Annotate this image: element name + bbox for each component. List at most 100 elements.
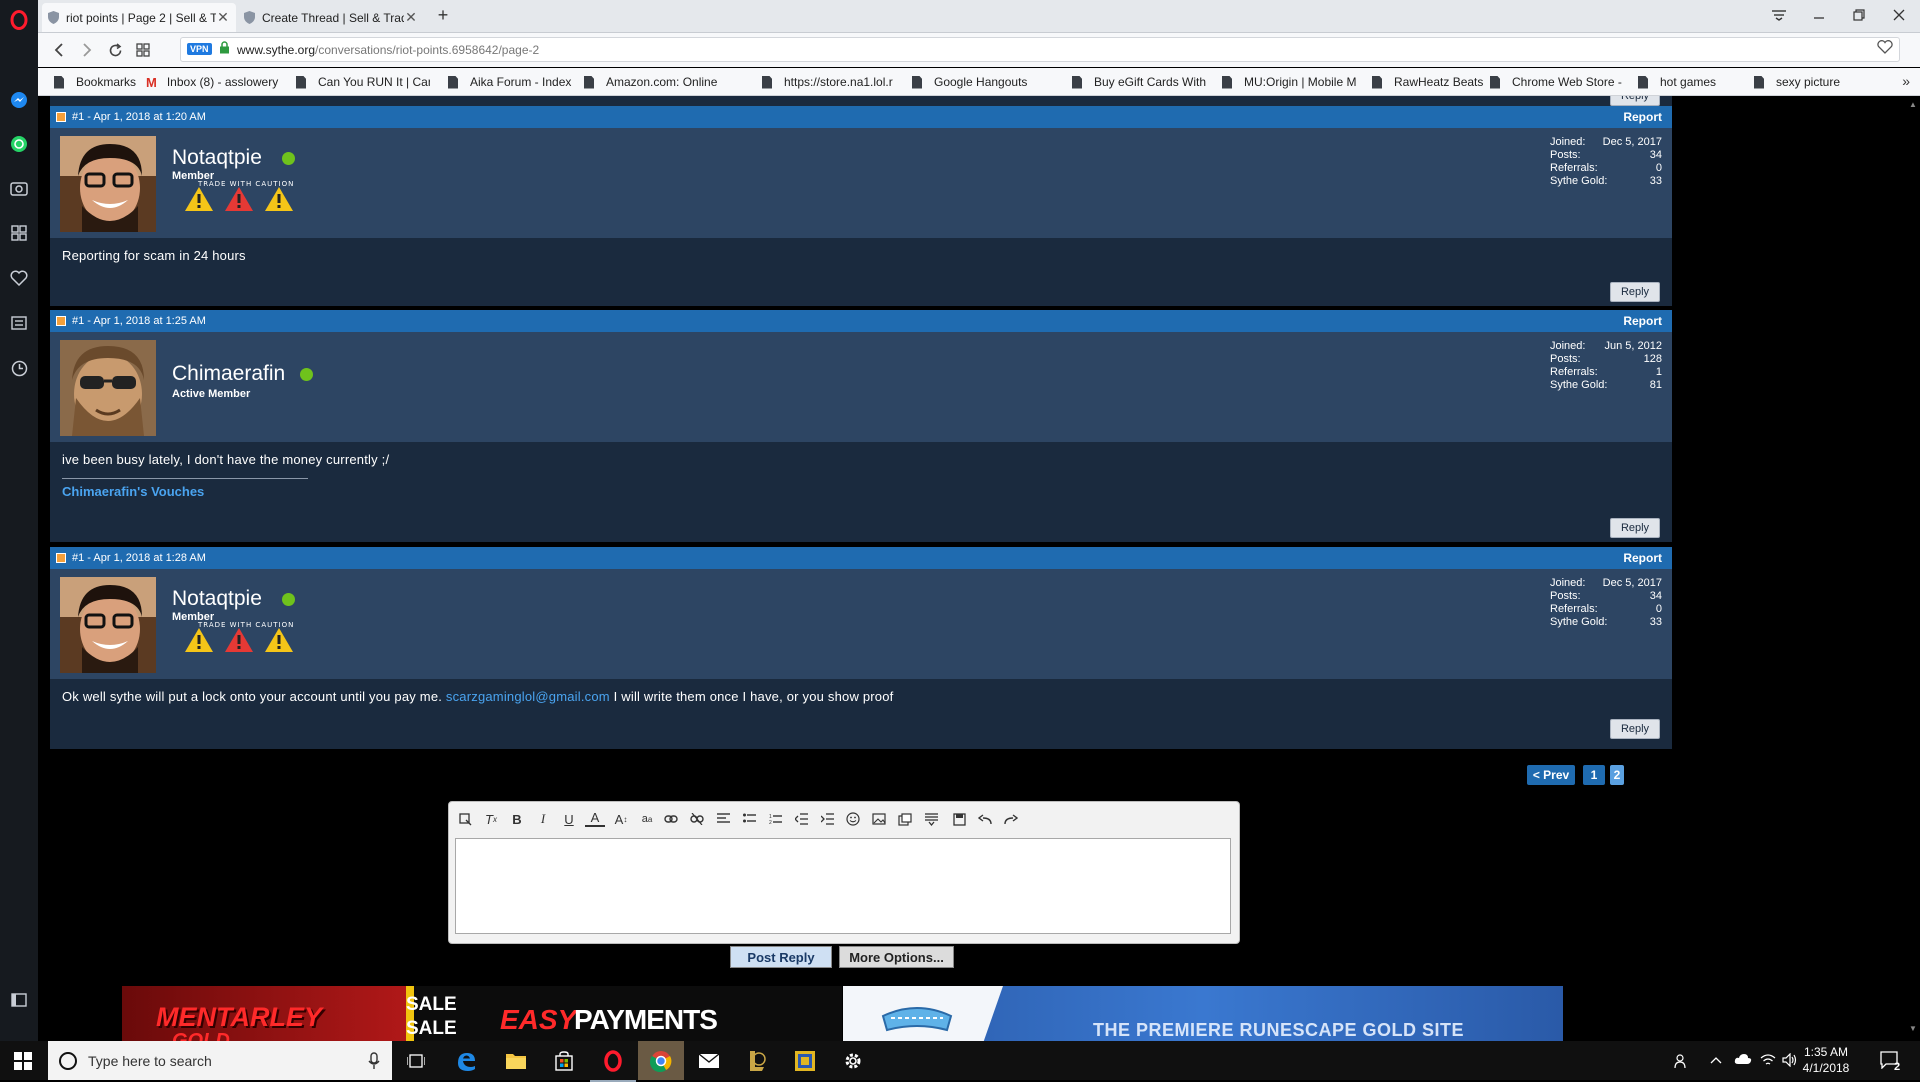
bookmark-item[interactable]: Can You RUN It | Can — [296, 74, 430, 90]
bookmark-heart-icon[interactable] — [1877, 40, 1893, 59]
align-left-icon[interactable] — [713, 810, 733, 828]
microphone-icon[interactable] — [368, 1052, 380, 1070]
insert-more-icon[interactable] — [921, 810, 941, 828]
settings-gear-icon[interactable] — [830, 1041, 876, 1080]
new-tab-plus-icon[interactable]: + — [428, 4, 458, 26]
avatar[interactable] — [60, 577, 156, 673]
pagination-prev-button[interactable]: < Prev — [1527, 765, 1575, 785]
avatar[interactable] — [60, 340, 156, 436]
clear-format-icon[interactable]: Tx — [481, 810, 501, 828]
report-link[interactable]: Report — [1623, 551, 1662, 565]
pagination-page-1[interactable]: 1 — [1583, 765, 1605, 785]
whatsapp-icon[interactable] — [9, 134, 29, 154]
pagination-page-2[interactable]: 2 — [1610, 765, 1624, 785]
post-date[interactable]: #1 - Apr 1, 2018 at 1:25 AM — [72, 315, 206, 327]
underline-icon[interactable]: U — [559, 810, 579, 828]
outdent-icon[interactable] — [791, 810, 811, 828]
game-launcher-icon[interactable] — [782, 1041, 828, 1080]
post-date[interactable]: #1 - Apr 1, 2018 at 1:28 AM — [72, 552, 206, 564]
save-draft-icon[interactable] — [949, 810, 969, 828]
page-scrollbar[interactable]: ▲ ▼ — [1903, 96, 1920, 1041]
opera-taskbar-icon[interactable] — [590, 1041, 636, 1082]
speed-dial-icon[interactable] — [9, 223, 29, 243]
restore-icon[interactable] — [1844, 4, 1874, 26]
bold-icon[interactable]: B — [507, 810, 527, 828]
username[interactable]: Notaqtpie — [172, 146, 262, 170]
sidebar-toggle-icon[interactable] — [9, 990, 29, 1010]
report-link[interactable]: Report — [1623, 110, 1662, 124]
smiley-icon[interactable] — [843, 810, 863, 828]
reply-textarea[interactable] — [455, 838, 1231, 934]
bookmark-item[interactable]: M Inbox (8) - asslowery — [146, 74, 286, 90]
store-icon[interactable] — [541, 1041, 587, 1080]
image-icon[interactable] — [869, 810, 889, 828]
username[interactable]: Notaqtpie — [172, 587, 262, 611]
signature-vouches-link[interactable]: Chimaerafin's Vouches — [62, 484, 204, 499]
lock-icon[interactable] — [219, 41, 230, 57]
heart-bookmarks-icon[interactable] — [9, 268, 29, 288]
more-bookmarks-chevron-icon[interactable]: » — [1902, 73, 1910, 89]
bookmark-item[interactable]: sexy picture — [1754, 74, 1904, 90]
chrome-taskbar-icon[interactable] — [638, 1041, 684, 1080]
mail-icon[interactable] — [686, 1041, 732, 1080]
messenger-icon[interactable] — [9, 90, 29, 110]
text-color-icon[interactable]: A — [585, 810, 605, 827]
tray-chevron-up-icon[interactable] — [1710, 1053, 1722, 1068]
redo-icon[interactable] — [1001, 810, 1021, 828]
close-tab-icon[interactable]: ✕ — [216, 9, 230, 26]
reply-button[interactable]: Reply — [1610, 518, 1660, 538]
camera-snapshot-icon[interactable] — [9, 178, 29, 198]
italic-icon[interactable]: I — [533, 810, 553, 828]
bookmark-item[interactable]: Amazon.com: Online — [584, 74, 744, 90]
forward-arrow-icon[interactable] — [76, 40, 98, 60]
windows-start-icon[interactable] — [0, 1041, 46, 1080]
tab-riot-points[interactable]: riot points | Page 2 | Sell & Trade ✕ — [42, 3, 236, 32]
banner-ad-right[interactable]: THE PREMIERE RUNESCAPE GOLD SITE — [843, 986, 1563, 1041]
reply-button[interactable]: Reply — [1610, 719, 1660, 739]
opera-logo-icon[interactable] — [9, 10, 29, 30]
wifi-icon[interactable] — [1760, 1053, 1776, 1070]
close-window-icon[interactable] — [1884, 4, 1914, 26]
email-link[interactable]: scarzgaminglol@gmail.com — [446, 689, 610, 704]
username[interactable]: Chimaerafin — [172, 362, 285, 386]
bookmark-item[interactable]: Aika Forum - Index — [448, 74, 583, 90]
banner-ad-left[interactable]: MENTARLEY GOLD SALE SALE EASY PAYMENTS — [122, 986, 842, 1041]
volume-icon[interactable] — [1782, 1052, 1798, 1070]
speed-dial-grid-icon[interactable] — [132, 40, 154, 60]
report-link[interactable]: Report — [1623, 314, 1662, 328]
link-icon[interactable] — [661, 810, 681, 828]
more-options-button[interactable]: More Options... — [839, 946, 954, 968]
post-date[interactable]: #1 - Apr 1, 2018 at 1:20 AM — [72, 111, 206, 123]
indent-icon[interactable] — [817, 810, 837, 828]
font-family-icon[interactable]: aa — [637, 810, 657, 828]
task-view-icon[interactable] — [393, 1041, 439, 1080]
bookmark-item[interactable]: hot games — [1638, 74, 1764, 90]
unlink-icon[interactable] — [687, 810, 707, 828]
file-explorer-icon[interactable] — [493, 1041, 539, 1080]
bulleted-list-icon[interactable] — [739, 810, 759, 828]
bookmark-item[interactable]: Chrome Web Store - — [1490, 74, 1640, 90]
taskbar-search-box[interactable]: Type here to search — [48, 1041, 392, 1080]
close-tab-icon[interactable]: ✕ — [404, 9, 418, 26]
clock[interactable]: 1:35 AM 4/1/2018 — [1800, 1044, 1852, 1076]
post-reply-button[interactable]: Post Reply — [730, 946, 832, 968]
reply-button[interactable]: Reply — [1610, 96, 1660, 106]
edge-browser-icon[interactable] — [443, 1041, 489, 1080]
reload-icon[interactable] — [104, 40, 126, 60]
minimize-icon[interactable] — [1804, 4, 1834, 26]
avatar[interactable] — [60, 136, 156, 232]
vpn-badge[interactable]: VPN — [187, 43, 212, 55]
bookmark-item[interactable]: Buy eGift Cards With — [1072, 74, 1246, 90]
bookmark-item[interactable]: RawHeatz Beats — [1372, 74, 1490, 90]
history-clock-icon[interactable] — [9, 358, 29, 378]
font-size-icon[interactable]: A ↕ — [611, 810, 631, 828]
scroll-up-icon[interactable]: ▲ — [1909, 100, 1917, 109]
back-arrow-icon[interactable] — [48, 40, 70, 60]
news-icon[interactable] — [9, 313, 29, 333]
scroll-down-icon[interactable]: ▼ — [1909, 1024, 1917, 1033]
url-field[interactable]: VPN www.sythe.org/conversations/riot-poi… — [180, 37, 1900, 62]
bookmark-item[interactable]: https://store.na1.lol.r — [762, 74, 902, 90]
remove-formatting-icon[interactable] — [455, 810, 475, 828]
tab-create-thread[interactable]: Create Thread | Sell & Trade ✕ — [238, 3, 424, 32]
onedrive-cloud-icon[interactable] — [1734, 1053, 1752, 1068]
